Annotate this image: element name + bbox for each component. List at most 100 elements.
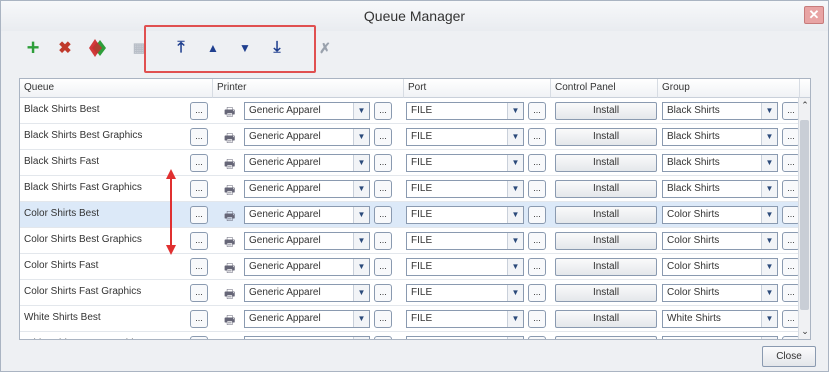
group-select[interactable]: Black Shirts ▼ [662, 128, 778, 146]
chevron-down-icon[interactable]: ▼ [761, 129, 777, 145]
scroll-down-icon[interactable]: ⌄ [799, 326, 810, 337]
printer-settings-button[interactable]: ... [374, 336, 392, 339]
port-select[interactable]: FILE ▼ [406, 284, 524, 302]
printer-settings-button[interactable]: ... [374, 180, 392, 198]
install-button[interactable]: Install [555, 232, 657, 250]
printer-settings-button[interactable]: ... [374, 128, 392, 146]
group-select[interactable]: White Shirts ▼ [662, 310, 778, 328]
chevron-down-icon[interactable]: ▼ [507, 103, 523, 119]
install-button[interactable]: Install [555, 284, 657, 302]
port-settings-button[interactable]: ... [528, 284, 546, 302]
group-select[interactable]: Black Shirts ▼ [662, 102, 778, 120]
printer-select[interactable]: Generic Apparel ▼ [244, 102, 370, 120]
add-queue-button[interactable]: + [23, 35, 43, 60]
chevron-down-icon[interactable]: ▼ [761, 311, 777, 327]
printer-select[interactable]: Generic Apparel ▼ [244, 232, 370, 250]
port-settings-button[interactable]: ... [528, 102, 546, 120]
chevron-down-icon[interactable]: ▼ [353, 233, 369, 249]
chevron-down-icon[interactable]: ▼ [353, 207, 369, 223]
chevron-down-icon[interactable]: ▼ [761, 181, 777, 197]
port-settings-button[interactable]: ... [528, 336, 546, 339]
chevron-down-icon[interactable]: ▼ [507, 155, 523, 171]
col-header-control-panel[interactable]: Control Panel [551, 79, 658, 98]
chevron-down-icon[interactable]: ▼ [761, 285, 777, 301]
port-settings-button[interactable]: ... [528, 180, 546, 198]
chevron-down-icon[interactable]: ▼ [353, 337, 369, 339]
queue-settings-button[interactable]: ... [190, 336, 208, 339]
queue-settings-button[interactable]: ... [190, 128, 208, 146]
install-button[interactable]: Install [555, 180, 657, 198]
printer-settings-button[interactable]: ... [374, 284, 392, 302]
col-header-port[interactable]: Port [404, 79, 551, 98]
printer-settings-button[interactable]: ... [374, 102, 392, 120]
col-header-group[interactable]: Group [658, 79, 800, 98]
chevron-down-icon[interactable]: ▼ [507, 233, 523, 249]
group-select[interactable]: Color Shirts ▼ [662, 258, 778, 276]
port-select[interactable]: FILE ▼ [406, 258, 524, 276]
table-row[interactable]: Color Shirts Best ... 🖶 Generic Apparel … [20, 202, 800, 228]
chevron-down-icon[interactable]: ▼ [507, 181, 523, 197]
queue-settings-button[interactable]: ... [190, 102, 208, 120]
port-select[interactable]: FILE ▼ [406, 310, 524, 328]
install-button[interactable]: Install [555, 310, 657, 328]
install-button[interactable]: Install [555, 206, 657, 224]
port-settings-button[interactable]: ... [528, 232, 546, 250]
manage-groups-button[interactable] [81, 36, 111, 60]
printer-settings-button[interactable]: ... [374, 258, 392, 276]
port-select[interactable]: FILE ▼ [406, 102, 524, 120]
table-row[interactable]: Black Shirts Best Graphics ... 🖶 Generic… [20, 124, 800, 150]
chevron-down-icon[interactable]: ▼ [507, 285, 523, 301]
table-row[interactable]: Color Shirts Fast ... 🖶 Generic Apparel … [20, 254, 800, 280]
chevron-down-icon[interactable]: ▼ [761, 155, 777, 171]
port-settings-button[interactable]: ... [528, 258, 546, 276]
printer-settings-button[interactable]: ... [374, 310, 392, 328]
install-button[interactable]: Install [555, 154, 657, 172]
chevron-down-icon[interactable]: ▼ [353, 285, 369, 301]
printer-settings-button[interactable]: ... [374, 154, 392, 172]
port-settings-button[interactable]: ... [528, 154, 546, 172]
chevron-down-icon[interactable]: ▼ [353, 129, 369, 145]
col-header-queue[interactable]: Queue [20, 79, 213, 98]
group-select[interactable]: White Shirts ▼ [662, 336, 778, 339]
queue-settings-button[interactable]: ... [190, 258, 208, 276]
chevron-down-icon[interactable]: ▼ [353, 181, 369, 197]
group-select[interactable]: Color Shirts ▼ [662, 284, 778, 302]
printer-select[interactable]: Generic Apparel ▼ [244, 258, 370, 276]
chevron-down-icon[interactable]: ▼ [761, 259, 777, 275]
chevron-down-icon[interactable]: ▼ [353, 103, 369, 119]
col-header-printer[interactable]: Printer [213, 79, 404, 98]
table-row[interactable]: Color Shirts Best Graphics ... 🖶 Generic… [20, 228, 800, 254]
table-row[interactable]: White Shirts Best Graphics ... 🖶 Generic… [20, 332, 800, 339]
group-select[interactable]: Black Shirts ▼ [662, 154, 778, 172]
queue-settings-button[interactable]: ... [190, 154, 208, 172]
chevron-down-icon[interactable]: ▼ [761, 233, 777, 249]
chevron-down-icon[interactable]: ▼ [507, 311, 523, 327]
port-settings-button[interactable]: ... [528, 310, 546, 328]
port-select[interactable]: FILE ▼ [406, 154, 524, 172]
printer-settings-button[interactable]: ... [374, 206, 392, 224]
queue-settings-button[interactable]: ... [190, 284, 208, 302]
port-select[interactable]: FILE ▼ [406, 180, 524, 198]
printer-select[interactable]: Generic Apparel ▼ [244, 284, 370, 302]
printer-settings-button[interactable]: ... [374, 232, 392, 250]
install-button[interactable]: Install [555, 258, 657, 276]
queue-settings-button[interactable]: ... [190, 206, 208, 224]
port-select[interactable]: FILE ▼ [406, 336, 524, 339]
chevron-down-icon[interactable]: ▼ [507, 129, 523, 145]
table-row[interactable]: Black Shirts Fast Graphics ... 🖶 Generic… [20, 176, 800, 202]
table-row[interactable]: Color Shirts Fast Graphics ... 🖶 Generic… [20, 280, 800, 306]
group-select[interactable]: Black Shirts ▼ [662, 180, 778, 198]
table-row[interactable]: Black Shirts Fast ... 🖶 Generic Apparel … [20, 150, 800, 176]
chevron-down-icon[interactable]: ▼ [507, 207, 523, 223]
printer-select[interactable]: Generic Apparel ▼ [244, 310, 370, 328]
table-row[interactable]: Black Shirts Best ... 🖶 Generic Apparel … [20, 98, 800, 124]
port-select[interactable]: FILE ▼ [406, 232, 524, 250]
printer-select[interactable]: Generic Apparel ▼ [244, 336, 370, 339]
port-settings-button[interactable]: ... [528, 206, 546, 224]
install-button[interactable]: Install [555, 102, 657, 120]
table-row[interactable]: White Shirts Best ... 🖶 Generic Apparel … [20, 306, 800, 332]
chevron-down-icon[interactable]: ▼ [507, 259, 523, 275]
chevron-down-icon[interactable]: ▼ [761, 103, 777, 119]
window-close-button[interactable]: ✕ [804, 6, 824, 24]
queue-settings-button[interactable]: ... [190, 180, 208, 198]
